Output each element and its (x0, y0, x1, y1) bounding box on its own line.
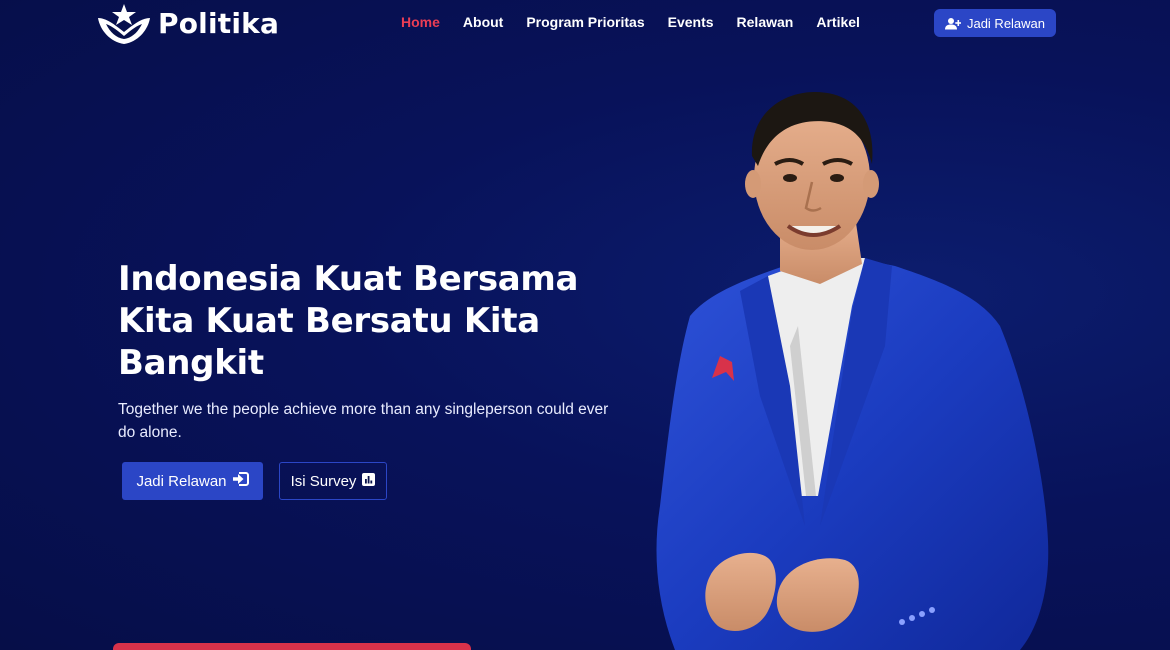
hero-title-line-3: Bangkit (118, 343, 264, 383)
nav-jadi-relawan-button[interactable]: Jadi Relawan (934, 9, 1056, 37)
bar-chart-icon (362, 472, 376, 490)
secondary-button-label: Isi Survey (290, 472, 357, 490)
sign-in-icon (232, 472, 249, 490)
brand-logo[interactable]: Politika (96, 2, 279, 44)
isi-survey-button[interactable]: Isi Survey (279, 462, 387, 500)
hero-title-line-1: Indonesia Kuat Bersama (118, 259, 579, 299)
brand-name: Politika (158, 6, 280, 40)
primary-button-label: Jadi Relawan (136, 472, 227, 490)
jadi-relawan-button[interactable]: Jadi Relawan (122, 462, 263, 500)
hero-portrait-image (640, 86, 1060, 650)
nav-item-events[interactable]: Events (668, 14, 714, 30)
nav-item-about[interactable]: About (463, 14, 503, 30)
nav-item-home[interactable]: Home (401, 14, 440, 30)
user-plus-icon (944, 17, 961, 30)
nav-item-artikel[interactable]: Artikel (816, 14, 860, 30)
hero-subtitle: Together we the people achieve more than… (118, 401, 609, 441)
hero-title-line-2: Kita Kuat Bersatu Kita (118, 301, 540, 341)
red-banner-edge (113, 643, 471, 650)
nav-cta-label: Jadi Relawan (966, 15, 1046, 31)
navbar: Politika Home About Program Prioritas Ev… (0, 0, 1170, 46)
main-nav: Home About Program Prioritas Events Rela… (401, 14, 883, 30)
hero-title: Indonesia Kuat Bersama Kita Kuat Bersatu… (118, 258, 638, 384)
eagle-star-logo-icon (96, 2, 152, 44)
nav-item-relawan[interactable]: Relawan (737, 14, 794, 30)
nav-item-program-prioritas[interactable]: Program Prioritas (526, 14, 644, 30)
